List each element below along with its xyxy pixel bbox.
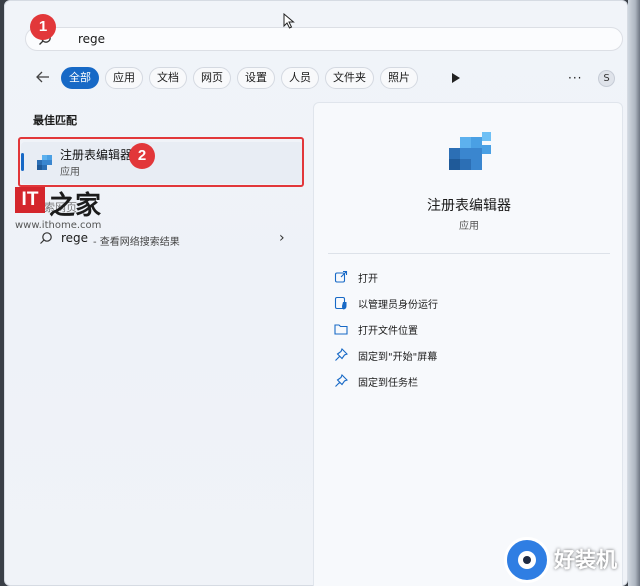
best-match-title: 最佳匹配 bbox=[33, 114, 77, 127]
preview-subtitle: 应用 bbox=[459, 221, 479, 232]
haozhuangji-logo-icon bbox=[504, 537, 550, 583]
back-arrow-icon[interactable] bbox=[35, 69, 51, 85]
action-pin-to-start-label: 固定到"开始"屏幕 bbox=[358, 352, 438, 363]
pin-icon bbox=[335, 348, 348, 361]
mouse-cursor-icon bbox=[283, 13, 295, 29]
action-run-as-admin-label: 以管理员身份运行 bbox=[358, 300, 438, 311]
annotation-highlight-box bbox=[18, 137, 304, 187]
filter-documents[interactable]: 文档 bbox=[149, 67, 187, 89]
desktop-background-edge bbox=[628, 0, 640, 586]
action-open-file-location-label: 打开文件位置 bbox=[358, 326, 418, 337]
step-badge-2: 2 bbox=[129, 143, 155, 169]
filter-photos[interactable]: 照片 bbox=[380, 67, 418, 89]
ithome-logo: IT bbox=[15, 187, 45, 213]
web-query: rege bbox=[61, 231, 89, 245]
filter-apps[interactable]: 应用 bbox=[105, 67, 143, 89]
registry-editor-icon bbox=[449, 132, 491, 170]
web-search-result[interactable]: rege - 查看网络搜索结果 › bbox=[39, 230, 295, 248]
chevron-right-icon[interactable]: › bbox=[279, 230, 285, 246]
more-filters-play-icon[interactable] bbox=[452, 73, 460, 83]
action-open-file-location[interactable]: 打开文件位置 bbox=[334, 320, 534, 338]
action-pin-to-taskbar-label: 固定到任务栏 bbox=[358, 378, 418, 389]
step-badge-1: 1 bbox=[30, 14, 56, 40]
search-panel: rege 1 全部 应用 文档 网页 设置 人员 文件夹 照片 ··· S 最佳… bbox=[4, 0, 628, 586]
search-query[interactable]: rege bbox=[78, 32, 105, 46]
action-pin-to-taskbar[interactable]: 固定到任务栏 bbox=[334, 372, 534, 390]
preview-pane: 注册表编辑器 应用 打开 以管理员身份运行 打开文件位置 固定到"开始"屏幕 固… bbox=[313, 102, 623, 586]
haozhuangji-watermark: 好装机 bbox=[554, 548, 617, 572]
action-pin-to-start[interactable]: 固定到"开始"屏幕 bbox=[334, 346, 534, 364]
search-box[interactable]: rege bbox=[25, 27, 623, 51]
web-description: - 查看网络搜索结果 bbox=[93, 237, 180, 248]
filter-people[interactable]: 人员 bbox=[281, 67, 319, 89]
filter-settings[interactable]: 设置 bbox=[237, 67, 275, 89]
logo-eye-pupil bbox=[523, 556, 531, 564]
more-options-button[interactable]: ··· bbox=[568, 71, 582, 85]
filter-chips: 全部 应用 文档 网页 设置 人员 文件夹 照片 bbox=[61, 67, 418, 89]
user-avatar[interactable]: S bbox=[598, 70, 615, 87]
filter-all[interactable]: 全部 bbox=[61, 67, 99, 89]
folder-icon bbox=[334, 324, 348, 335]
filter-web[interactable]: 网页 bbox=[193, 67, 231, 89]
action-run-as-admin[interactable]: 以管理员身份运行 bbox=[334, 294, 534, 312]
action-open-label: 打开 bbox=[358, 274, 378, 285]
shield-admin-icon bbox=[334, 296, 347, 310]
action-open[interactable]: 打开 bbox=[334, 268, 534, 286]
pin-icon bbox=[335, 374, 348, 387]
open-external-icon bbox=[334, 270, 348, 283]
ithome-logo-char: 之家 bbox=[49, 191, 102, 221]
preview-title: 注册表编辑器 bbox=[427, 198, 511, 214]
divider bbox=[328, 253, 610, 254]
filter-folders[interactable]: 文件夹 bbox=[325, 67, 374, 89]
search-icon bbox=[40, 232, 52, 244]
